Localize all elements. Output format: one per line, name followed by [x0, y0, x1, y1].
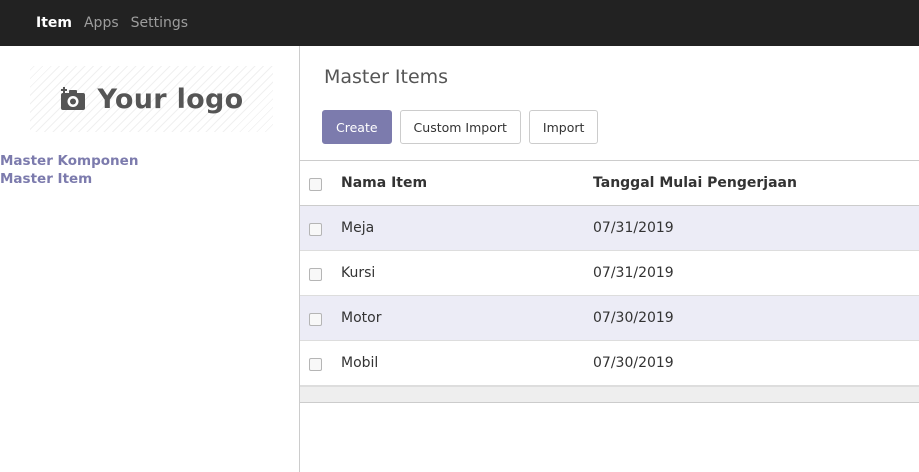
sidebar: Your logo Master Komponen Master Item — [0, 46, 300, 472]
create-button[interactable]: Create — [322, 110, 392, 144]
row-checkbox-cell — [300, 296, 330, 341]
logo-content: Your logo — [60, 84, 244, 115]
row-checkbox[interactable] — [309, 223, 322, 236]
company-logo[interactable]: Your logo — [30, 66, 273, 132]
row-checkbox-cell — [300, 341, 330, 386]
list-view: Nama Item Tanggal Mulai Pengerjaan Meja … — [300, 160, 919, 403]
cell-name: Motor — [341, 310, 382, 326]
top-menu-item[interactable]: Item — [36, 0, 72, 46]
cell-name: Mobil — [341, 355, 379, 371]
row-checkbox[interactable] — [309, 313, 322, 326]
custom-import-button[interactable]: Custom Import — [399, 110, 521, 144]
select-all-checkbox[interactable] — [309, 178, 322, 191]
top-menu-settings[interactable]: Settings — [131, 0, 188, 46]
control-panel: Create Custom Import Import — [322, 110, 606, 144]
cell-date: 07/30/2019 — [593, 310, 674, 326]
cell-name: Meja — [341, 220, 375, 236]
table-footer — [300, 386, 919, 403]
row-checkbox-cell — [300, 206, 330, 251]
column-header-tanggal[interactable]: Tanggal Mulai Pengerjaan — [587, 161, 919, 206]
logo-text: Your logo — [97, 83, 244, 115]
table-row[interactable]: Mobil 07/30/2019 — [300, 340, 919, 386]
sidebar-item-master-komponen[interactable]: Master Komponen — [0, 152, 138, 170]
column-header-nama-item[interactable]: Nama Item — [330, 161, 587, 206]
import-button[interactable]: Import — [528, 110, 599, 144]
table-header-row: Nama Item Tanggal Mulai Pengerjaan — [300, 160, 919, 206]
items-table: Nama Item Tanggal Mulai Pengerjaan Meja … — [300, 160, 919, 386]
sidebar-menu: Master Komponen Master Item — [0, 152, 138, 188]
select-all-cell — [300, 161, 330, 206]
table-row[interactable]: Motor 07/30/2019 — [300, 295, 919, 341]
table-row[interactable]: Meja 07/31/2019 — [300, 205, 919, 251]
cell-date: 07/31/2019 — [593, 220, 674, 236]
cell-date: 07/30/2019 — [593, 355, 674, 371]
top-menu: Item Apps Settings — [36, 0, 200, 46]
row-checkbox[interactable] — [309, 268, 322, 281]
row-checkbox-cell — [300, 251, 330, 296]
cell-date: 07/31/2019 — [593, 265, 674, 281]
page-title: Master Items — [324, 66, 449, 88]
cell-name: Kursi — [341, 265, 376, 281]
top-navbar: Item Apps Settings — [0, 0, 919, 46]
row-checkbox[interactable] — [309, 358, 322, 371]
top-menu-apps[interactable]: Apps — [84, 0, 119, 46]
camera-icon — [60, 87, 85, 110]
main-content: Master Items Create Custom Import Import… — [300, 46, 919, 472]
sidebar-item-master-item[interactable]: Master Item — [0, 170, 138, 188]
table-row[interactable]: Kursi 07/31/2019 — [300, 250, 919, 296]
